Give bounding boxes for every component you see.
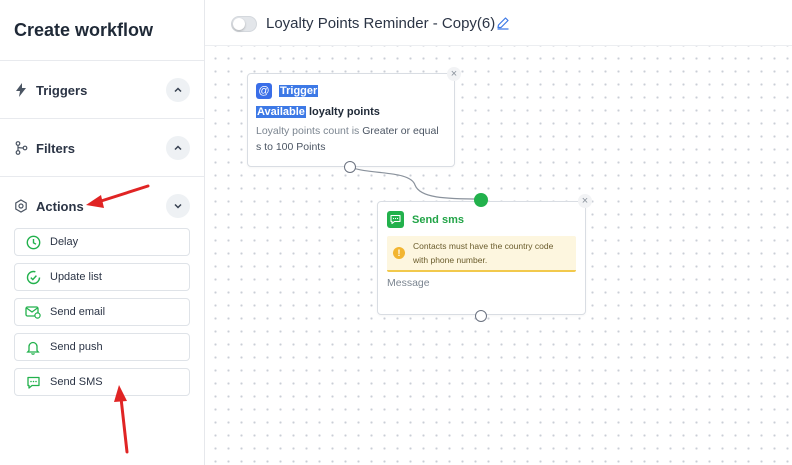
trigger-title-rest: loyalty points (305, 106, 380, 118)
section-label: Actions (36, 198, 84, 214)
chevron-down-icon[interactable] (166, 194, 190, 218)
at-sign-icon: @ (256, 83, 272, 99)
clock-icon (25, 234, 41, 250)
trigger-description: Loyalty points count is Greater or equal… (256, 123, 448, 155)
sms-icon (25, 374, 41, 390)
lightning-icon (14, 83, 28, 97)
list-check-icon (25, 269, 41, 285)
pencil-icon[interactable] (496, 16, 510, 30)
warning-banner: ! Contacts must have the country code wi… (387, 236, 576, 272)
workflow-active-toggle[interactable] (231, 16, 257, 32)
action-label: Send push (50, 341, 103, 353)
sms-output-port[interactable] (475, 310, 487, 322)
chevron-up-icon[interactable] (166, 136, 190, 160)
divider (0, 118, 204, 119)
section-label: Triggers (36, 82, 88, 98)
warning-line: with phone number. (413, 255, 488, 265)
close-icon[interactable]: × (447, 67, 461, 81)
trigger-title: Available loyalty points (256, 106, 380, 118)
chevron-up-icon[interactable] (166, 78, 190, 102)
close-icon[interactable]: × (578, 194, 592, 208)
workflow-header: Loyalty Points Reminder - Copy(6) (205, 0, 792, 46)
sms-header: Send sms (387, 211, 464, 228)
section-triggers[interactable]: Triggers (14, 77, 192, 103)
section-label: Filters (36, 140, 76, 156)
action-label: Update list (50, 271, 102, 283)
trigger-title-highlight: Available (256, 106, 306, 118)
action-send-sms[interactable]: Send SMS (14, 368, 190, 396)
sms-icon (387, 211, 404, 228)
toggle-knob (233, 18, 245, 30)
hexagon-gear-icon (14, 199, 28, 213)
filter-branch-icon (14, 141, 28, 155)
trigger-node[interactable]: @ Trigger Available loyalty points Loyal… (247, 73, 455, 167)
action-delay[interactable]: Delay (14, 228, 190, 256)
email-icon (25, 304, 41, 320)
warning-icon: ! (393, 247, 405, 259)
trigger-desc-value: s to 100 Points (256, 141, 326, 153)
warning-line: Contacts must have the country code (413, 241, 554, 251)
section-actions[interactable]: Actions (14, 193, 192, 219)
action-send-push[interactable]: Send push (14, 333, 190, 361)
trigger-desc-text: Loyalty points count is (256, 125, 363, 137)
workflow-title: Loyalty Points Reminder - Copy(6) (266, 15, 496, 32)
divider (0, 176, 204, 177)
message-label: Message (387, 277, 430, 289)
action-label: Send email (50, 306, 106, 318)
section-filters[interactable]: Filters (14, 135, 192, 161)
action-update-list[interactable]: Update list (14, 263, 190, 291)
page-title: Create workflow (14, 20, 154, 40)
trigger-desc-operator: Greater or equal (362, 125, 439, 137)
trigger-output-port[interactable] (344, 161, 356, 173)
trigger-label: Trigger (279, 85, 319, 97)
action-send-email[interactable]: Send email (14, 298, 190, 326)
send-sms-node[interactable]: Send sms ! Contacts must have the countr… (377, 201, 586, 315)
trigger-header: @ Trigger (256, 83, 319, 99)
action-label: Send SMS (50, 376, 103, 388)
sms-label: Send sms (412, 213, 464, 226)
action-label: Delay (50, 236, 79, 248)
sidebar: Create workflow Triggers Filters Actions (0, 0, 205, 465)
sms-input-port[interactable] (474, 193, 488, 207)
warning-text: Contacts must have the country code with… (413, 239, 553, 267)
bell-icon (25, 339, 41, 355)
divider (0, 60, 204, 61)
